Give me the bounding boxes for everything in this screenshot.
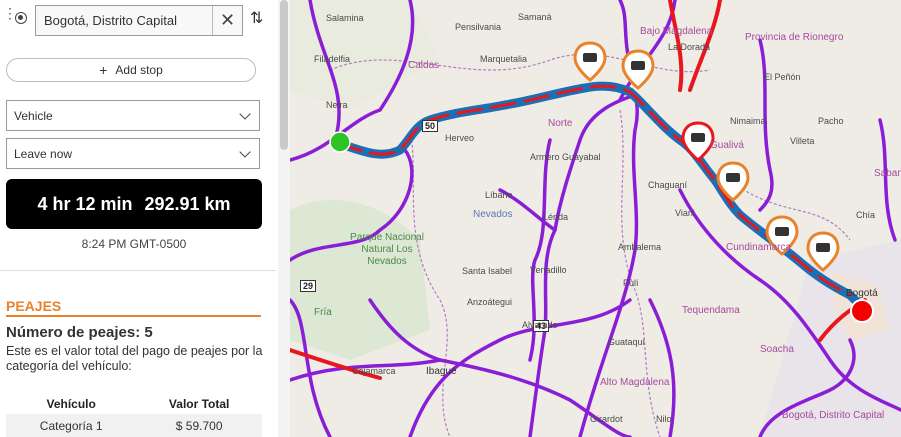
map-label: Santa Isabel — [462, 266, 513, 276]
toll-gate-icon — [691, 133, 705, 142]
origin-radio-icon — [15, 12, 27, 24]
map-label: Bajo Magdalena — [640, 26, 713, 37]
map-label: Chía — [856, 210, 876, 220]
map-label: Sabana — [874, 168, 901, 179]
map-label: Bogotá, Distrito Capital — [782, 410, 885, 421]
section-underline — [6, 315, 261, 317]
map-label: El Peñón — [764, 72, 801, 82]
map-label: Cundinamarca — [726, 242, 792, 253]
table-header-row: Vehículo Valor Total — [6, 394, 262, 414]
toll-count: Número de peajes: 5 — [6, 324, 153, 341]
route-panel: ⋮ Bogotá, Distrito Capital ✕ ⇅ + Add sto… — [0, 0, 290, 437]
map-label: Anzoátegui — [467, 297, 513, 307]
map-label: Guataquí — [608, 337, 646, 347]
map-label: Norte — [548, 118, 573, 129]
map-label: Bogotá — [846, 288, 878, 299]
divider — [0, 270, 276, 271]
route-summary: 4 hr 12 min 292.91 km — [6, 179, 262, 229]
toll-description: Este es el valor total del pago de peaje… — [6, 344, 263, 373]
start-marker[interactable] — [329, 131, 351, 153]
map-label: Lérida — [543, 212, 569, 222]
add-stop-button[interactable]: + Add stop — [6, 58, 256, 82]
route-distance: 292.91 km — [144, 193, 231, 214]
map-label: Marquetalia — [480, 54, 528, 64]
scrollbar-thumb[interactable] — [280, 0, 288, 150]
tolls-section-title: PEAJES — [6, 298, 62, 314]
toll-truck-icon — [775, 227, 789, 236]
toll-truck-icon — [726, 173, 740, 182]
map-label: Gualivá — [710, 140, 744, 151]
end-marker[interactable] — [850, 299, 874, 323]
drag-handle-icon[interactable]: ⋮ — [3, 6, 17, 20]
origin-input-value[interactable]: Bogotá, Distrito Capital — [36, 13, 212, 28]
vehicle-select-value: Vehicle — [14, 108, 53, 123]
map-label: Girardot — [590, 414, 623, 424]
map-label: Filadelfia — [314, 54, 351, 64]
toll-pin[interactable] — [621, 49, 655, 90]
map-label: La Dorada — [668, 42, 711, 52]
map-label: Tequendama — [682, 305, 740, 316]
departure-select-value: Leave now — [14, 146, 73, 161]
route-duration: 4 hr 12 min — [37, 193, 133, 214]
map-label: Samaná — [518, 12, 552, 22]
scrollbar[interactable] — [278, 0, 290, 437]
map-label: Alvarado — [522, 320, 558, 330]
map-label: Herveo — [445, 133, 475, 143]
table-row: Categoría 1 $ 59.700 — [6, 414, 262, 437]
chevron-down-icon — [239, 145, 251, 158]
map-label: Pacho — [818, 116, 844, 126]
chevron-down-icon — [239, 107, 251, 120]
map-label: Nilo — [656, 414, 672, 424]
toll-truck-icon — [816, 243, 830, 252]
swap-stops-icon[interactable]: ⇅ — [250, 8, 263, 28]
plus-icon: + — [99, 62, 108, 78]
map-label: Ambalema — [618, 242, 662, 252]
map-label: Neira — [326, 100, 348, 110]
map-label: Pensilvania — [455, 22, 502, 32]
map-label: Pulí — [623, 278, 639, 288]
origin-input[interactable]: Bogotá, Distrito Capital ✕ — [35, 5, 243, 36]
map-label: Ibagué — [426, 366, 457, 377]
table-header-vehicle: Vehículo — [46, 397, 96, 411]
road-shield: 50 — [422, 120, 439, 132]
map-label: Viani — [675, 208, 695, 218]
map-label: Armero Guayabal — [530, 152, 601, 162]
clear-icon[interactable]: ✕ — [212, 6, 242, 35]
map-label: Nimaima — [730, 116, 766, 126]
map-label: Salamina — [326, 13, 364, 23]
table-cell-category: Categoría 1 — [6, 414, 137, 437]
toll-truck-icon — [631, 61, 645, 70]
map-label: Provincia de Rionegro — [745, 32, 844, 43]
add-stop-label: Add stop — [115, 63, 163, 77]
map-label: Nevados — [473, 209, 513, 220]
map-label: Fría — [314, 307, 332, 318]
vehicle-select[interactable]: Vehicle — [6, 100, 260, 131]
map-label: Soacha — [760, 344, 794, 355]
map-label: Alto Magdalena — [600, 377, 670, 388]
toll-pin-active[interactable] — [681, 121, 715, 162]
toll-table: Vehículo Valor Total Categoría 1 $ 59.70… — [6, 394, 262, 437]
road-shield: 29 — [300, 280, 317, 292]
map-label: Cajamarca — [352, 366, 396, 376]
map-label: Chaguaní — [648, 180, 688, 190]
toll-truck-icon — [583, 53, 597, 62]
map-label-park: Parque Nacional Natural Los Nevados — [350, 232, 424, 267]
departure-select[interactable]: Leave now — [6, 138, 260, 169]
map-view[interactable]: 50 29 43 Salamina Pensilvania Samaná Baj… — [290, 0, 901, 437]
arrival-time: 8:24 PM GMT-0500 — [81, 237, 187, 251]
table-cell-total: $ 59.700 — [136, 414, 262, 437]
map-label: Villeta — [790, 136, 815, 146]
toll-pin[interactable] — [573, 41, 607, 82]
map-label: Líbano — [485, 190, 513, 200]
table-header-total: Valor Total — [168, 397, 230, 411]
map-label: Venadillo — [530, 265, 567, 275]
map-label: Caldas — [408, 60, 440, 71]
